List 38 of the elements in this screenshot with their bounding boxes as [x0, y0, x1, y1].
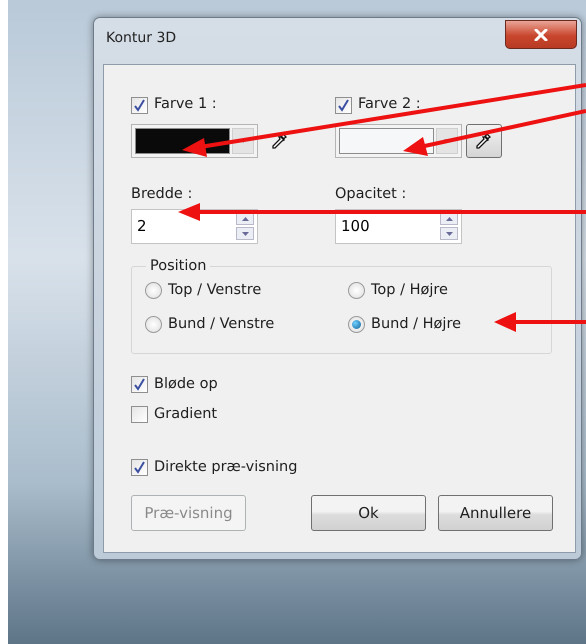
radio-label: Top / Venstre — [168, 280, 262, 300]
number-field[interactable]: 100 — [341, 215, 440, 238]
radio-button[interactable] — [348, 316, 365, 334]
dialog-button[interactable]: Annullere — [438, 494, 553, 531]
dialog-button[interactable]: Ok — [311, 494, 426, 531]
checkbox-label: Gradient — [154, 404, 218, 424]
checkbox[interactable] — [335, 96, 352, 114]
radio-button[interactable] — [348, 282, 365, 300]
window-title: Kontur 3D — [106, 29, 176, 48]
eyedropper-icon — [475, 132, 492, 150]
checkbox-label: Direkte præ-visning — [154, 458, 298, 477]
radio-button[interactable] — [145, 282, 162, 300]
checkbox-label: Farve 1 : — [154, 95, 217, 114]
checkbox[interactable] — [131, 96, 148, 114]
spin-down-button[interactable] — [440, 227, 458, 240]
radio-button[interactable] — [145, 316, 162, 334]
field-label: Bredde : — [131, 185, 194, 204]
down-arrow-icon — [242, 232, 248, 236]
field-label: Opacitet : — [335, 185, 408, 204]
checkbox[interactable] — [131, 406, 148, 424]
close-button[interactable] — [505, 20, 577, 49]
up-arrow-icon — [446, 216, 452, 221]
checkbox[interactable] — [131, 376, 148, 394]
color-dropdown[interactable] — [335, 124, 462, 158]
color-dropdown[interactable] — [131, 124, 258, 158]
spin-down-button[interactable] — [236, 227, 254, 240]
radio-label: Bund / Venstre — [168, 314, 274, 334]
checkbox-label: Bløde op — [154, 374, 218, 394]
up-arrow-icon — [242, 216, 248, 221]
close-icon — [534, 28, 548, 40]
down-arrow-icon — [446, 232, 452, 236]
eyedropper-icon — [271, 132, 288, 150]
spin-box[interactable]: 2 — [131, 208, 258, 244]
radio-label: Top / Højre — [371, 280, 448, 300]
radio-label: Bund / Højre — [371, 314, 462, 334]
checkbox-label: Farve 2 : — [358, 95, 421, 114]
number-field[interactable]: 2 — [137, 215, 236, 238]
checkbox[interactable] — [131, 459, 148, 476]
